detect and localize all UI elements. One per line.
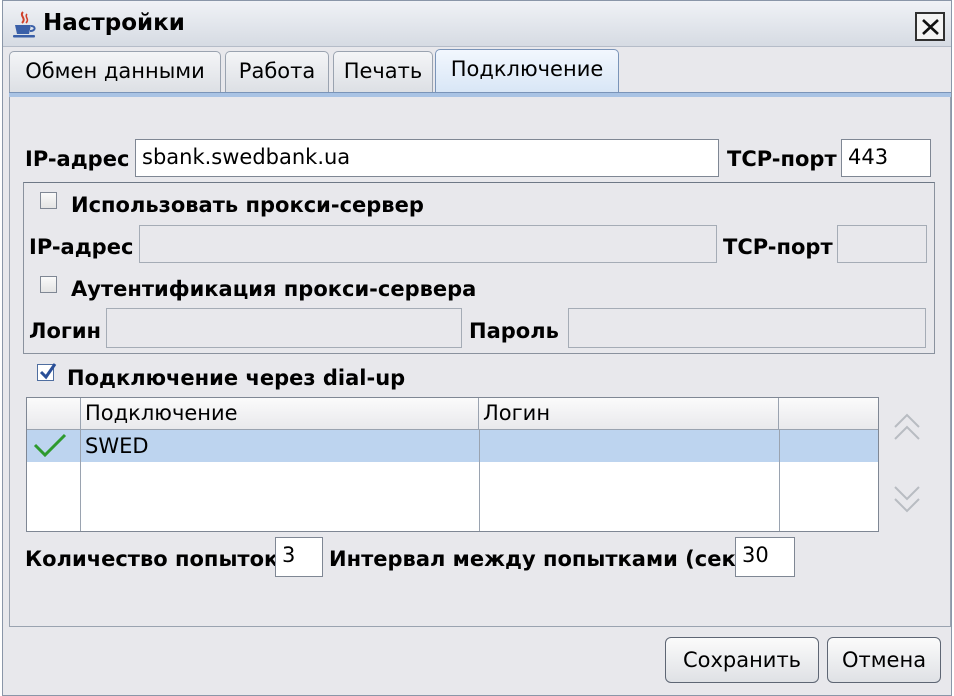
- window-title: Настройки: [43, 10, 185, 36]
- cancel-button[interactable]: Отмена: [827, 637, 941, 683]
- ip-address-label: IP-адрес: [25, 147, 130, 171]
- tab-data-exchange[interactable]: Обмен данными: [9, 51, 221, 93]
- ip-address-input[interactable]: sbank.swedbank.ua: [135, 139, 719, 177]
- proxy-port-input[interactable]: [837, 225, 927, 263]
- proxy-auth-checkbox[interactable]: [40, 276, 57, 293]
- proxy-auth-label: Аутентификация прокси-сервера: [71, 277, 477, 301]
- table-row[interactable]: [27, 430, 878, 462]
- use-proxy-checkbox[interactable]: [40, 192, 57, 209]
- tab-work[interactable]: Работа: [225, 51, 329, 93]
- attempts-input[interactable]: 3: [275, 537, 323, 577]
- checkbox-check-icon: [39, 363, 57, 380]
- proxy-password-label: Пароль: [469, 319, 559, 343]
- column-divider: [479, 430, 480, 531]
- column-header-connection[interactable]: Подключение: [81, 398, 479, 430]
- interval-input[interactable]: 30: [735, 537, 795, 577]
- tcp-port-label: TCP-порт: [727, 147, 837, 171]
- settings-dialog: Настройки Обмен данными Работа Печать По…: [2, 0, 952, 696]
- tcp-port-input[interactable]: 443: [841, 139, 931, 177]
- proxy-login-input[interactable]: [106, 308, 462, 348]
- dialup-checkbox[interactable]: [37, 363, 57, 381]
- save-button[interactable]: Сохранить: [665, 637, 819, 683]
- attempts-label: Количество попыток: [25, 547, 279, 571]
- proxy-login-label: Логин: [29, 319, 102, 343]
- dialup-connections-table: Подключение Логин SWED: [26, 397, 879, 532]
- double-chevron-down-icon[interactable]: [893, 481, 921, 520]
- column-divider: [80, 430, 81, 531]
- dialup-label: Подключение через dial-up: [67, 366, 406, 390]
- column-header-extra[interactable]: [779, 398, 878, 430]
- tab-connection[interactable]: Подключение: [435, 49, 619, 93]
- tab-print[interactable]: Печать: [333, 51, 433, 93]
- java-cup-icon: [9, 10, 39, 40]
- proxy-port-label: TCP-порт: [723, 235, 833, 259]
- close-icon: [922, 19, 939, 35]
- proxy-ip-input[interactable]: [139, 225, 717, 263]
- proxy-password-input[interactable]: [568, 308, 926, 348]
- checkmark-icon: [33, 432, 67, 467]
- interval-label: Интервал между попытками (сек.): [329, 547, 754, 571]
- use-proxy-label: Использовать прокси-сервер: [71, 193, 424, 217]
- tab-strip: Обмен данными Работа Печать Подключение: [3, 47, 951, 93]
- double-chevron-up-icon[interactable]: [893, 411, 921, 450]
- connection-name-cell[interactable]: SWED: [85, 430, 149, 462]
- proxy-ip-label: IP-адрес: [29, 235, 134, 259]
- column-divider: [779, 430, 780, 531]
- column-header-login[interactable]: Логин: [479, 398, 779, 430]
- title-bar[interactable]: Настройки: [3, 1, 951, 47]
- column-header-status[interactable]: [27, 398, 81, 430]
- close-button[interactable]: [915, 12, 945, 41]
